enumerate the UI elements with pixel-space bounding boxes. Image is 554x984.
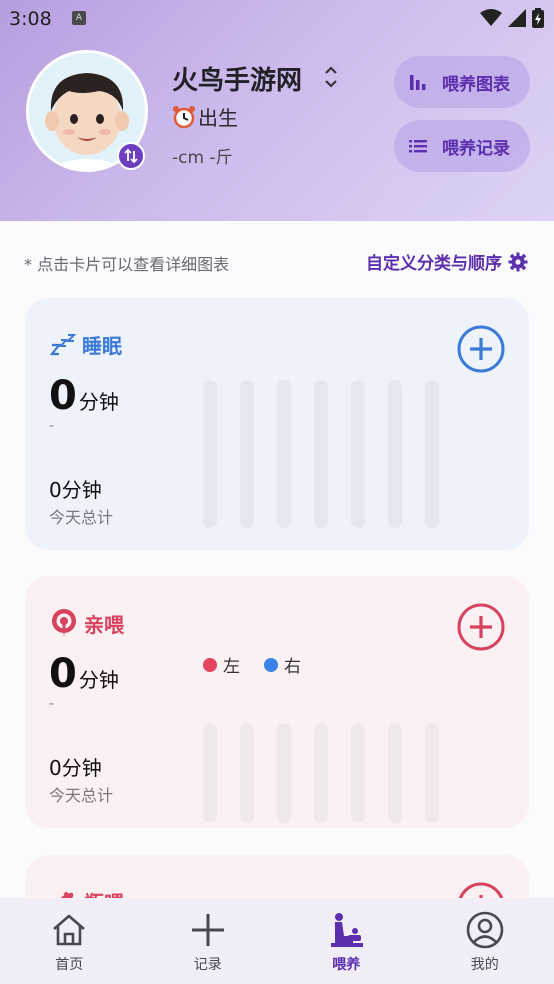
legend-left-label: 左 [223,657,240,677]
home-icon [53,914,86,946]
notification-icon: A [72,11,86,25]
baby-bottle-icon [53,891,75,898]
status-bar: 3:08 A [0,0,554,38]
tab-home[interactable]: 首页 [19,910,119,974]
sleep-today-total-label: 今天总计 [49,508,114,527]
switch-baby-button[interactable] [117,142,145,170]
sleep-bar [314,380,328,528]
tab-feeding[interactable]: 喂养 [296,910,396,974]
customize-label: 自定义分类与顺序 [366,254,502,274]
breastfeeding-today-total: 0分钟 [49,756,102,780]
profile-header: 3:08 A 火鸟手游网 出生 -cm -斤 喂养图表 喂养记录 [0,0,554,221]
legend-right-label: 右 [284,657,301,677]
legend-left-dot [203,657,217,672]
legend-left: 左 [203,652,240,677]
breastfeeding-last-duration: 0 分钟 [49,651,119,697]
breastfeeding-last-number: 0 [49,651,77,697]
battery-icon [532,8,544,28]
breastfeeding-bar [203,723,217,823]
status-icons [480,8,544,28]
sleep-bar [351,380,365,528]
add-sleep-button[interactable] [457,325,505,373]
gear-icon [508,252,528,271]
feeding-record-label: 喂养记录 [442,138,510,159]
birth-text: 出生 [198,106,238,130]
bottle-feeding-title-label: 瓶喂 [84,887,124,898]
list-icon [409,140,427,153]
legend-right-dot [264,657,278,672]
sleep-bar [425,380,439,528]
breastfeeding-week-bars [203,723,439,823]
tab-feeding-label: 喂养 [332,957,361,973]
status-time: 3:08 [9,8,52,30]
unfold-icon[interactable] [322,64,340,90]
breastfeeding-title-label: 亲喂 [84,612,124,637]
breastfeeding-bar [314,723,328,823]
bottle-feeding-card[interactable]: 瓶喂 [25,855,529,898]
breastfeeding-card[interactable]: 亲喂 0 分钟 - 0分钟 今天总计 左 右 [25,576,529,828]
sleep-week-bars [203,380,439,528]
tab-record[interactable]: 记录 [158,910,258,974]
breastfeeding-bar [240,723,254,823]
sleep-bar [203,380,217,528]
sleep-title-label: 睡眠 [82,334,122,358]
feeding-chart-label: 喂养图表 [442,74,510,95]
bar-chart-icon [410,75,426,90]
swap-vertical-icon [124,148,138,164]
sleep-last-duration: 0 分钟 [49,373,119,419]
height-weight: -cm -斤 [172,148,233,168]
sleep-title: 睡眠 [50,330,122,359]
tab-record-label: 记录 [193,957,222,973]
sleep-bar [388,380,402,528]
breastfeeding-today-total-label: 今天总计 [49,786,114,805]
breastfeeding-icon [52,609,76,637]
sleep-last-number: 0 [49,373,77,419]
sleep-bar [240,380,254,528]
breastfeeding-bar [388,723,402,823]
breastfeeding-last-time: - [49,696,55,712]
sleep-zzz-icon [50,333,76,355]
breastfeeding-bar [351,723,365,823]
sleep-today-total: 0分钟 [49,478,102,502]
sleep-last-unit: 分钟 [78,390,119,414]
alarm-clock-icon [173,105,195,128]
signal-icon [508,9,526,27]
hint-text: * 点击卡片可以查看详细图表 [24,255,230,274]
plus-icon [191,914,224,946]
add-bottle-feeding-button[interactable] [457,882,505,898]
tab-profile-label: 我的 [470,957,499,973]
bottom-tab-bar: 首页 记录 喂养 我的 [0,898,554,984]
tab-profile[interactable]: 我的 [435,910,535,974]
legend-right: 右 [264,652,301,677]
user-profile-icon [466,911,504,949]
breastfeeding-bar [425,723,439,823]
breastfeeding-bar [277,723,291,823]
feeding-record-button[interactable]: 喂养记录 [394,120,530,172]
wifi-icon [480,9,502,26]
birth-info: 出生 [172,102,238,131]
feeding-icon [331,913,364,947]
breastfeeding-title: 亲喂 [50,608,124,638]
feeding-chart-button[interactable]: 喂养图表 [394,56,530,108]
baby-name[interactable]: 火鸟手游网 [172,60,302,97]
sleep-bar [277,380,291,528]
breastfeeding-legend: 左 右 [203,652,301,677]
bottle-feeding-title: 瓶喂 [50,887,124,898]
sleep-card[interactable]: 睡眠 0 分钟 - 0分钟 今天总计 [25,298,529,550]
add-breastfeeding-button[interactable] [457,603,505,651]
feeding-content[interactable]: * 点击卡片可以查看详细图表 自定义分类与顺序 睡眠 0 分钟 - 0分钟 今天… [0,221,554,898]
customize-categories-link[interactable]: 自定义分类与顺序 [366,249,528,274]
breastfeeding-last-unit: 分钟 [78,668,119,692]
sleep-last-time: - [49,418,55,434]
tab-home-label: 首页 [55,957,84,973]
